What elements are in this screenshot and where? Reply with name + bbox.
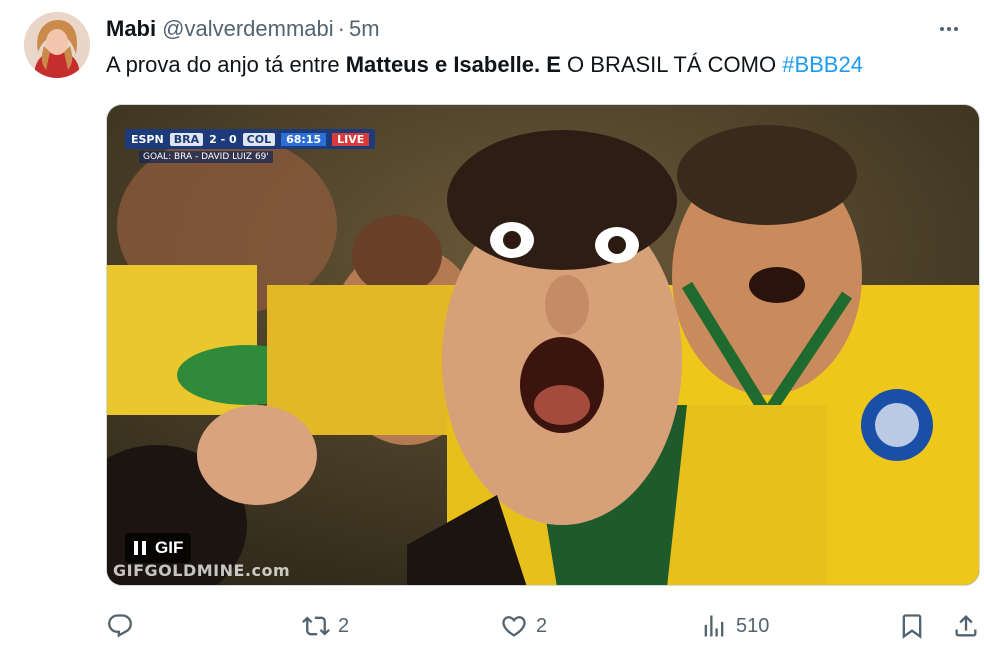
gif-label: GIF	[155, 538, 184, 557]
reply-icon	[108, 614, 132, 638]
tweet-header: Mabi @valverdemmabi · 5m	[106, 14, 380, 44]
tweet-text-part1: A prova do anjo tá entre	[106, 52, 346, 77]
repost-icon	[302, 616, 330, 636]
separator: ·	[337, 16, 345, 41]
bookmark-icon	[902, 614, 922, 639]
like-count: 2	[536, 614, 548, 637]
gif-frame-illustration	[107, 105, 979, 585]
scoreboard-clock: 68:15	[281, 132, 327, 146]
scoreboard-channel: ESPN	[131, 132, 164, 146]
more-icon[interactable]	[934, 14, 964, 44]
repost-count: 2	[338, 614, 350, 637]
gif-watermark: GIFGOLDMINE.com	[113, 561, 291, 580]
like-button[interactable]: 2	[500, 606, 547, 646]
scoreboard-score: 2 - 0	[209, 132, 237, 146]
scoreboard-row: ESPN BRA 2 - 0 COL 68:15 LIVE	[125, 129, 376, 149]
tweet-time[interactable]: 5m	[349, 16, 380, 42]
bookmark-button[interactable]	[898, 606, 926, 646]
action-bar: 2 2 510	[106, 606, 980, 646]
scoreboard-overlay: ESPN BRA 2 - 0 COL 68:15 LIVE GOAL: BRA …	[125, 121, 425, 169]
author-handle[interactable]: @valverdemmabi	[162, 16, 334, 42]
reply-button[interactable]	[106, 606, 142, 646]
avatar[interactable]	[24, 12, 90, 78]
gif-media[interactable]: ESPN BRA 2 - 0 COL 68:15 LIVE GOAL: BRA …	[106, 104, 980, 586]
pause-icon[interactable]	[133, 540, 147, 556]
tweet-text: A prova do anjo tá entre Matteus e Isabe…	[106, 52, 863, 78]
author-name[interactable]: Mabi	[106, 16, 156, 42]
scoreboard-tag: LIVE	[332, 132, 370, 146]
tweet-text-part2: O BRASIL TÁ COMO	[560, 52, 783, 77]
views-count: 510	[736, 614, 770, 637]
hashtag-link[interactable]: #BBB24	[782, 52, 863, 77]
views-button[interactable]: 510	[700, 606, 769, 646]
share-icon	[955, 615, 977, 637]
tweet-text-bold: Matteus e Isabelle. E	[345, 52, 561, 77]
views-icon	[704, 615, 724, 637]
gif-badge[interactable]: GIF	[125, 533, 192, 563]
scoreboard-subline: GOAL: BRA - DAVID LUIZ 69'	[139, 151, 273, 163]
repost-button[interactable]: 2	[302, 606, 349, 646]
share-button[interactable]	[952, 606, 980, 646]
scoreboard-away: COL	[242, 132, 276, 146]
like-icon	[502, 616, 526, 637]
scoreboard-home: BRA	[169, 132, 204, 146]
